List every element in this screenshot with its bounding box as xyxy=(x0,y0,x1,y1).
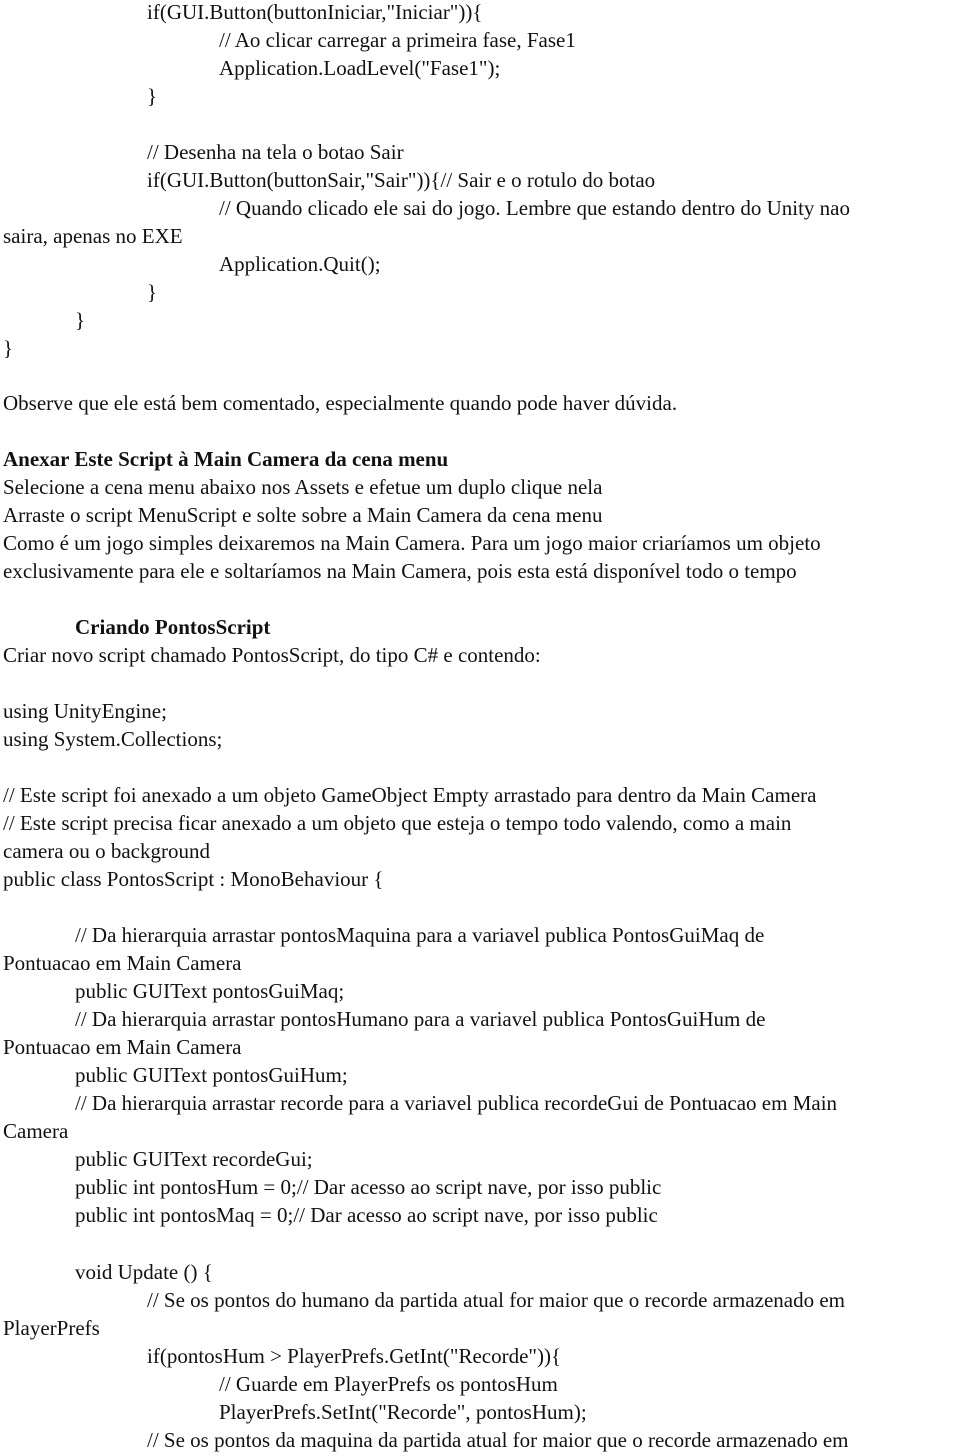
section-heading-attach-script: Anexar Este Script à Main Camera da cena… xyxy=(3,447,449,471)
code-line: Application.LoadLevel("Fase1"); xyxy=(219,56,501,80)
code-line: Application.Quit(); xyxy=(219,252,381,276)
code-comment: // Este script foi anexado a um objeto G… xyxy=(3,783,817,807)
paragraph-line: exclusivamente para ele e soltaríamos na… xyxy=(3,559,797,583)
code-comment: // Este script precisa ficar anexado a u… xyxy=(3,811,792,835)
code-brace: } xyxy=(147,280,158,304)
paragraph-line: Selecione a cena menu abaixo nos Assets … xyxy=(3,475,603,499)
code-comment-wrap: PlayerPrefs xyxy=(3,1316,100,1340)
code-line: if(GUI.Button(buttonSair,"Sair")){// Sai… xyxy=(147,168,656,192)
code-line: public GUIText pontosGuiHum; xyxy=(75,1063,348,1087)
code-line: using System.Collections; xyxy=(3,727,223,751)
code-line: if(pontosHum > PlayerPrefs.GetInt("Recor… xyxy=(147,1344,562,1368)
code-comment: // Da hierarquia arrastar pontosHumano p… xyxy=(75,1007,766,1031)
code-comment: // Se os pontos da maquina da partida at… xyxy=(147,1428,849,1452)
paragraph-line: Arraste o script MenuScript e solte sobr… xyxy=(3,503,603,527)
paragraph-line: Como é um jogo simples deixaremos na Mai… xyxy=(3,531,821,555)
code-comment: // Ao clicar carregar a primeira fase, F… xyxy=(219,28,576,52)
code-brace: } xyxy=(75,308,86,332)
code-brace: } xyxy=(3,336,14,360)
paragraph-line: Criar novo script chamado PontosScript, … xyxy=(3,643,541,667)
code-comment: // Desenha na tela o botao Sair xyxy=(147,140,404,164)
code-comment: // Da hierarquia arrastar recorde para a… xyxy=(75,1091,838,1115)
code-comment: // Quando clicado ele sai do jogo. Lembr… xyxy=(219,196,850,220)
code-comment: // Da hierarquia arrastar pontosMaquina … xyxy=(75,923,765,947)
code-line: PlayerPrefs.SetInt("Recorde", pontosHum)… xyxy=(219,1400,587,1424)
code-comment-wrap: Pontuacao em Main Camera xyxy=(3,1035,242,1059)
code-line: public int pontosHum = 0;// Dar acesso a… xyxy=(75,1175,662,1199)
code-line: public GUIText recordeGui; xyxy=(75,1147,313,1171)
code-line: using UnityEngine; xyxy=(3,699,167,723)
code-line: public int pontosMaq = 0;// Dar acesso a… xyxy=(75,1203,658,1227)
code-line: void Update () { xyxy=(75,1260,213,1284)
code-line: if(GUI.Button(buttonIniciar,"Iniciar")){ xyxy=(147,0,483,24)
section-heading-pontosscript: Criando PontosScript xyxy=(75,615,271,639)
code-comment-wrap: Camera xyxy=(3,1119,69,1143)
code-comment: // Guarde em PlayerPrefs os pontosHum xyxy=(219,1372,558,1396)
code-brace: } xyxy=(147,84,158,108)
paragraph-note: Observe que ele está bem comentado, espe… xyxy=(3,391,678,415)
code-comment-wrap: saira, apenas no EXE xyxy=(3,224,183,248)
code-comment-wrap: camera ou o background xyxy=(3,839,210,863)
code-comment: // Se os pontos do humano da partida atu… xyxy=(147,1288,846,1312)
code-line: public GUIText pontosGuiMaq; xyxy=(75,979,345,1003)
code-line: public class PontosScript : MonoBehaviou… xyxy=(3,867,384,891)
code-comment-wrap: Pontuacao em Main Camera xyxy=(3,951,242,975)
